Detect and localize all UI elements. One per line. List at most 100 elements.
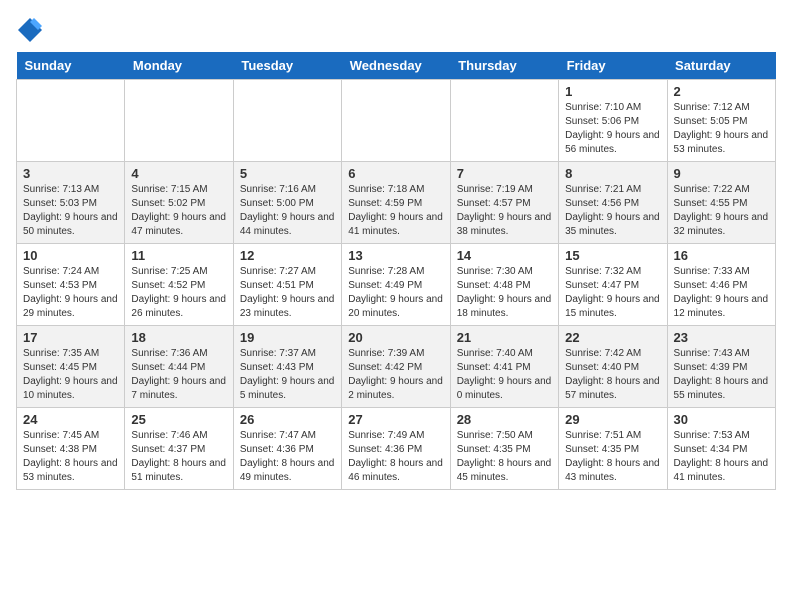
calendar-cell <box>233 80 341 162</box>
day-info: Sunrise: 7:28 AM Sunset: 4:49 PM Dayligh… <box>348 265 443 321</box>
calendar-cell: 17 Sunrise: 7:35 AM Sunset: 4:45 PM Dayli… <box>17 326 125 408</box>
day-number: 28 <box>457 412 552 427</box>
day-number: 7 <box>457 166 552 181</box>
day-info: Sunrise: 7:53 AM Sunset: 4:34 PM Dayligh… <box>674 429 769 485</box>
calendar-cell: 29 Sunrise: 7:51 AM Sunset: 4:35 PM Dayli… <box>559 408 667 490</box>
calendar-cell: 26 Sunrise: 7:47 AM Sunset: 4:36 PM Dayli… <box>233 408 341 490</box>
day-number: 24 <box>23 412 118 427</box>
calendar-cell <box>125 80 233 162</box>
calendar-cell: 7Sunrise: 7:19 AM Sunset: 4:57 PM Daylig… <box>450 162 558 244</box>
calendar-cell: 4 Sunrise: 7:15 AM Sunset: 5:02 PM Daylig… <box>125 162 233 244</box>
day-number: 21 <box>457 330 552 345</box>
day-info: Sunrise: 7:46 AM Sunset: 4:37 PM Dayligh… <box>131 429 226 485</box>
day-info: Sunrise: 7:15 AM Sunset: 5:02 PM Dayligh… <box>131 183 226 239</box>
calendar-cell: 6 Sunrise: 7:18 AM Sunset: 4:59 PM Daylig… <box>342 162 450 244</box>
day-info: Sunrise: 7:36 AM Sunset: 4:44 PM Dayligh… <box>131 347 226 403</box>
day-number: 30 <box>674 412 769 427</box>
calendar-cell: 14 Sunrise: 7:30 AM Sunset: 4:48 PM Dayli… <box>450 244 558 326</box>
day-number: 4 <box>131 166 226 181</box>
day-info: Sunrise: 7:33 AM Sunset: 4:46 PM Dayligh… <box>674 265 769 321</box>
day-info: Sunrise: 7:49 AM Sunset: 4:36 PM Dayligh… <box>348 429 443 485</box>
day-info: Sunrise: 7:22 AM Sunset: 4:55 PM Dayligh… <box>674 183 769 239</box>
calendar-cell: 19Sunrise: 7:37 AM Sunset: 4:43 PM Dayli… <box>233 326 341 408</box>
day-number: 23 <box>674 330 769 345</box>
day-info: Sunrise: 7:35 AM Sunset: 4:45 PM Dayligh… <box>23 347 118 403</box>
day-info: Sunrise: 7:25 AM Sunset: 4:52 PM Dayligh… <box>131 265 226 321</box>
day-info: Sunrise: 7:24 AM Sunset: 4:53 PM Dayligh… <box>23 265 118 321</box>
calendar-cell: 2 Sunrise: 7:12 AM Sunset: 5:05 PM Daylig… <box>667 80 775 162</box>
day-info: Sunrise: 7:13 AM Sunset: 5:03 PM Dayligh… <box>23 183 118 239</box>
logo <box>16 16 48 44</box>
day-info: Sunrise: 7:42 AM Sunset: 4:40 PM Dayligh… <box>565 347 660 403</box>
day-number: 29 <box>565 412 660 427</box>
calendar-week-row: 24 Sunrise: 7:45 AM Sunset: 4:38 PM Dayli… <box>17 408 776 490</box>
day-number: 19 <box>240 330 335 345</box>
calendar-cell: 1Sunrise: 7:10 AM Sunset: 5:06 PM Daylig… <box>559 80 667 162</box>
day-number: 5 <box>240 166 335 181</box>
calendar-cell: 22 Sunrise: 7:42 AM Sunset: 4:40 PM Dayli… <box>559 326 667 408</box>
day-of-week-header: Wednesday <box>342 52 450 80</box>
calendar-cell: 30 Sunrise: 7:53 AM Sunset: 4:34 PM Dayli… <box>667 408 775 490</box>
calendar-table: SundayMondayTuesdayWednesdayThursdayFrid… <box>16 52 776 490</box>
day-number: 13 <box>348 248 443 263</box>
calendar-cell: 3 Sunrise: 7:13 AM Sunset: 5:03 PM Daylig… <box>17 162 125 244</box>
calendar-week-row: 3 Sunrise: 7:13 AM Sunset: 5:03 PM Daylig… <box>17 162 776 244</box>
day-info: Sunrise: 7:10 AM Sunset: 5:06 PM Dayligh… <box>565 101 660 157</box>
calendar-cell: 25 Sunrise: 7:46 AM Sunset: 4:37 PM Dayli… <box>125 408 233 490</box>
calendar-cell: 5 Sunrise: 7:16 AM Sunset: 5:00 PM Daylig… <box>233 162 341 244</box>
day-info: Sunrise: 7:18 AM Sunset: 4:59 PM Dayligh… <box>348 183 443 239</box>
day-number: 25 <box>131 412 226 427</box>
day-of-week-header: Sunday <box>17 52 125 80</box>
day-number: 2 <box>674 84 769 99</box>
calendar-cell: 13 Sunrise: 7:28 AM Sunset: 4:49 PM Dayli… <box>342 244 450 326</box>
day-number: 27 <box>348 412 443 427</box>
day-number: 26 <box>240 412 335 427</box>
calendar-cell: 20Sunrise: 7:39 AM Sunset: 4:42 PM Dayli… <box>342 326 450 408</box>
calendar-week-row: 1Sunrise: 7:10 AM Sunset: 5:06 PM Daylig… <box>17 80 776 162</box>
day-number: 10 <box>23 248 118 263</box>
day-info: Sunrise: 7:51 AM Sunset: 4:35 PM Dayligh… <box>565 429 660 485</box>
day-number: 12 <box>240 248 335 263</box>
day-number: 9 <box>674 166 769 181</box>
day-info: Sunrise: 7:40 AM Sunset: 4:41 PM Dayligh… <box>457 347 552 403</box>
day-number: 22 <box>565 330 660 345</box>
day-info: Sunrise: 7:12 AM Sunset: 5:05 PM Dayligh… <box>674 101 769 157</box>
day-number: 20 <box>348 330 443 345</box>
calendar-cell: 21 Sunrise: 7:40 AM Sunset: 4:41 PM Dayli… <box>450 326 558 408</box>
day-number: 16 <box>674 248 769 263</box>
day-number: 8 <box>565 166 660 181</box>
day-of-week-header: Tuesday <box>233 52 341 80</box>
calendar-cell: 23 Sunrise: 7:43 AM Sunset: 4:39 PM Dayli… <box>667 326 775 408</box>
calendar-cell: 28 Sunrise: 7:50 AM Sunset: 4:35 PM Dayli… <box>450 408 558 490</box>
day-info: Sunrise: 7:43 AM Sunset: 4:39 PM Dayligh… <box>674 347 769 403</box>
day-number: 3 <box>23 166 118 181</box>
day-info: Sunrise: 7:21 AM Sunset: 4:56 PM Dayligh… <box>565 183 660 239</box>
calendar-week-row: 17 Sunrise: 7:35 AM Sunset: 4:45 PM Dayli… <box>17 326 776 408</box>
day-number: 6 <box>348 166 443 181</box>
calendar-week-row: 10 Sunrise: 7:24 AM Sunset: 4:53 PM Dayli… <box>17 244 776 326</box>
calendar-cell <box>342 80 450 162</box>
day-info: Sunrise: 7:45 AM Sunset: 4:38 PM Dayligh… <box>23 429 118 485</box>
day-number: 17 <box>23 330 118 345</box>
day-info: Sunrise: 7:47 AM Sunset: 4:36 PM Dayligh… <box>240 429 335 485</box>
calendar-cell: 11Sunrise: 7:25 AM Sunset: 4:52 PM Dayli… <box>125 244 233 326</box>
calendar-cell: 24 Sunrise: 7:45 AM Sunset: 4:38 PM Dayli… <box>17 408 125 490</box>
calendar-cell: 27 Sunrise: 7:49 AM Sunset: 4:36 PM Dayli… <box>342 408 450 490</box>
calendar-cell: 16 Sunrise: 7:33 AM Sunset: 4:46 PM Dayli… <box>667 244 775 326</box>
day-info: Sunrise: 7:16 AM Sunset: 5:00 PM Dayligh… <box>240 183 335 239</box>
day-info: Sunrise: 7:30 AM Sunset: 4:48 PM Dayligh… <box>457 265 552 321</box>
day-info: Sunrise: 7:50 AM Sunset: 4:35 PM Dayligh… <box>457 429 552 485</box>
day-info: Sunrise: 7:32 AM Sunset: 4:47 PM Dayligh… <box>565 265 660 321</box>
day-number: 14 <box>457 248 552 263</box>
calendar-cell: 8 Sunrise: 7:21 AM Sunset: 4:56 PM Daylig… <box>559 162 667 244</box>
day-of-week-header: Friday <box>559 52 667 80</box>
calendar-cell: 15Sunrise: 7:32 AM Sunset: 4:47 PM Dayli… <box>559 244 667 326</box>
page-header <box>16 16 776 44</box>
day-number: 18 <box>131 330 226 345</box>
day-of-week-header: Monday <box>125 52 233 80</box>
day-info: Sunrise: 7:27 AM Sunset: 4:51 PM Dayligh… <box>240 265 335 321</box>
day-of-week-header: Saturday <box>667 52 775 80</box>
calendar-cell: 12 Sunrise: 7:27 AM Sunset: 4:51 PM Dayli… <box>233 244 341 326</box>
calendar-cell: 9 Sunrise: 7:22 AM Sunset: 4:55 PM Daylig… <box>667 162 775 244</box>
logo-icon <box>16 16 44 44</box>
